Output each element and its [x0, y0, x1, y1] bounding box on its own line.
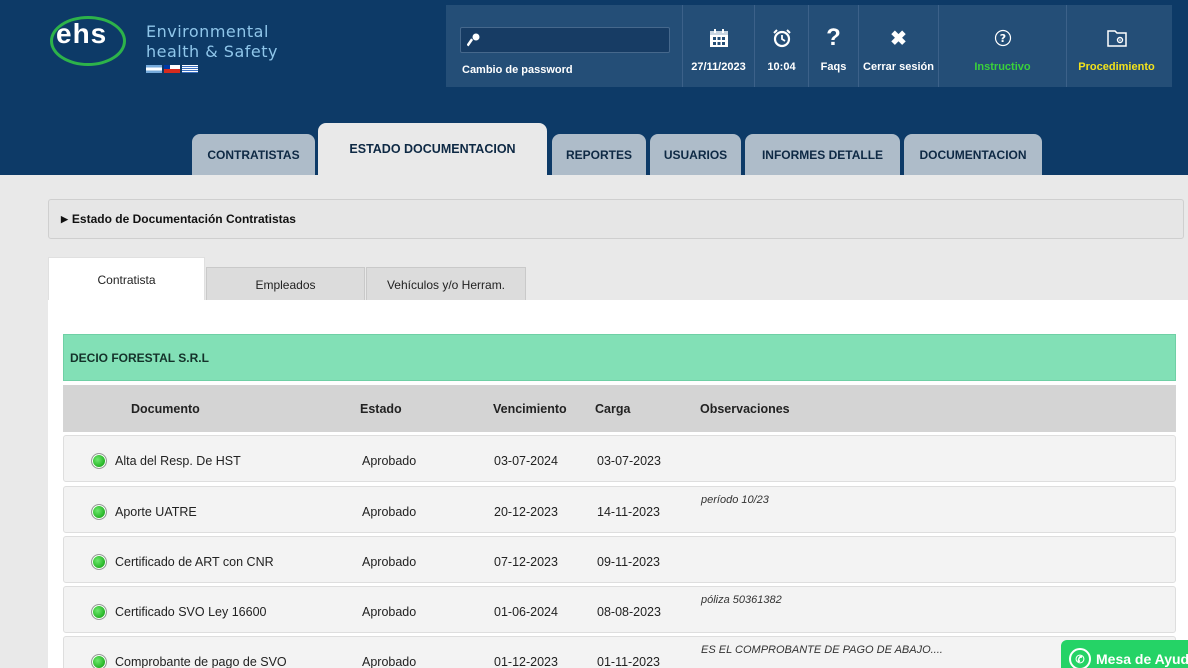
- top-toolbar: Cambio de password 27/11/2023 10:04 ? Fa…: [446, 5, 1172, 87]
- expand-triangle-icon: ▶: [61, 213, 68, 224]
- faqs-label: Faqs: [820, 61, 847, 73]
- status-approved-icon: [91, 654, 107, 668]
- time-label: 10:04: [767, 61, 796, 73]
- cell-observaciones: póliza 50361382: [701, 594, 782, 606]
- status-approved-icon: [91, 504, 107, 520]
- logo-subtitle-line2: health & Safety: [146, 42, 278, 61]
- password-field[interactable]: [460, 27, 670, 53]
- col-documento: Documento: [131, 402, 200, 416]
- cell-documento: Aporte UATRE: [115, 505, 197, 519]
- instructivo-label: Instructivo: [974, 61, 1031, 73]
- section-title: Estado de Documentación Contratistas: [71, 212, 296, 226]
- table-row[interactable]: Alta del Resp. De HST Aprobado 03-07-202…: [63, 435, 1176, 482]
- cell-documento: Comprobante de pago de SVO: [115, 655, 287, 668]
- alarm-clock-icon: [769, 25, 795, 51]
- cell-estado: Aprobado: [362, 454, 417, 468]
- subtab-empleados[interactable]: Empleados: [206, 267, 365, 301]
- status-approved-icon: [91, 453, 107, 469]
- cell-observaciones: ES EL COMPROBANTE DE PAGO DE ABAJO....: [701, 644, 943, 656]
- time-item[interactable]: 10:04: [754, 5, 808, 87]
- subtab-vehiculos[interactable]: Vehículos y/o Herram.: [366, 267, 526, 301]
- key-icon: [467, 33, 480, 47]
- main-nav: CONTRATISTAS ESTADO DOCUMENTACION REPORT…: [0, 123, 1188, 175]
- logo-text: ehs: [56, 18, 108, 49]
- company-name-bar: DECIO FORESTAL S.R.L: [63, 334, 1176, 381]
- tab-usuarios[interactable]: USUARIOS: [650, 134, 741, 175]
- col-carga: Carga: [595, 402, 631, 416]
- cell-documento: Certificado de ART con CNR: [115, 555, 274, 569]
- cell-carga: 08-08-2023: [597, 605, 661, 619]
- tab-estado-documentacion[interactable]: ESTADO DOCUMENTACION: [318, 123, 547, 175]
- tab-reportes[interactable]: REPORTES: [552, 134, 646, 175]
- date-label: 27/11/2023: [691, 61, 746, 73]
- tab-informes-detalle[interactable]: INFORMES DETALLE: [745, 134, 900, 175]
- table-header: Documento Estado Vencimiento Carga Obser…: [63, 385, 1176, 432]
- cell-documento: Certificado SVO Ley 16600: [115, 605, 267, 619]
- country-flags: [146, 65, 198, 73]
- cell-estado: Aprobado: [362, 555, 417, 569]
- cell-vencimiento: 20-12-2023: [494, 505, 558, 519]
- app-header: ehs Environmental health & Safety Cambio…: [0, 0, 1188, 175]
- cell-observaciones: período 10/23: [701, 494, 769, 506]
- status-approved-icon: [91, 554, 107, 570]
- cell-vencimiento: 01-12-2023: [494, 655, 558, 668]
- tab-contratistas[interactable]: CONTRATISTAS: [192, 134, 315, 175]
- help-circle-icon: ?: [990, 25, 1016, 51]
- section-header-estado-documentacion[interactable]: ▶ Estado de Documentación Contratistas: [48, 199, 1184, 239]
- change-password-link[interactable]: Cambio de password: [462, 64, 573, 76]
- chile-flag-icon[interactable]: [164, 65, 180, 73]
- cell-carga: 03-07-2023: [597, 454, 661, 468]
- faqs-button[interactable]: ? Faqs: [808, 5, 858, 87]
- calendar-icon: [706, 25, 732, 51]
- cell-estado: Aprobado: [362, 655, 417, 668]
- question-icon: ?: [826, 24, 841, 51]
- cell-carga: 14-11-2023: [597, 505, 661, 519]
- argentina-flag-icon[interactable]: [146, 65, 162, 73]
- subtab-contratista[interactable]: Contratista: [48, 257, 205, 301]
- logo-subtitle-line1: Environmental: [146, 22, 269, 41]
- table-row[interactable]: Certificado SVO Ley 16600 Aprobado 01-06…: [63, 586, 1176, 633]
- cell-vencimiento: 07-12-2023: [494, 555, 558, 569]
- ehs-logo[interactable]: ehs Environmental health & Safety: [50, 12, 290, 82]
- table-row[interactable]: Comprobante de pago de SVO Aprobado 01-1…: [63, 636, 1176, 668]
- logout-label: Cerrar sesión: [863, 61, 934, 73]
- instructivo-button[interactable]: ? Instructivo: [938, 5, 1066, 87]
- date-item[interactable]: 27/11/2023: [682, 5, 754, 87]
- col-vencimiento: Vencimiento: [493, 402, 567, 416]
- tab-documentacion[interactable]: DOCUMENTACION: [904, 134, 1042, 175]
- cell-vencimiento: 03-07-2024: [494, 454, 558, 468]
- status-approved-icon: [91, 604, 107, 620]
- table-row[interactable]: Aporte UATRE Aprobado 20-12-2023 14-11-2…: [63, 486, 1176, 533]
- procedimiento-label: Procedimiento: [1078, 61, 1155, 73]
- cell-estado: Aprobado: [362, 605, 417, 619]
- col-observaciones: Observaciones: [700, 402, 790, 416]
- help-desk-label: Mesa de Ayuda: [1096, 651, 1188, 667]
- folder-icon: [1104, 25, 1130, 51]
- cell-vencimiento: 01-06-2024: [494, 605, 558, 619]
- svg-text:?: ?: [999, 32, 1005, 45]
- cell-carga: 09-11-2023: [597, 555, 661, 569]
- cell-documento: Alta del Resp. De HST: [115, 454, 241, 468]
- cell-carga: 01-11-2023: [597, 655, 661, 668]
- uruguay-flag-icon[interactable]: [182, 65, 198, 73]
- close-icon: ✖: [890, 27, 907, 50]
- whatsapp-icon: ✆: [1069, 648, 1091, 668]
- table-row[interactable]: Certificado de ART con CNR Aprobado 07-1…: [63, 536, 1176, 583]
- cell-estado: Aprobado: [362, 505, 417, 519]
- help-desk-button[interactable]: ✆ Mesa de Ayuda: [1061, 640, 1188, 668]
- logout-button[interactable]: ✖ Cerrar sesión: [858, 5, 938, 87]
- procedimiento-button[interactable]: Procedimiento: [1066, 5, 1166, 87]
- col-estado: Estado: [360, 402, 402, 416]
